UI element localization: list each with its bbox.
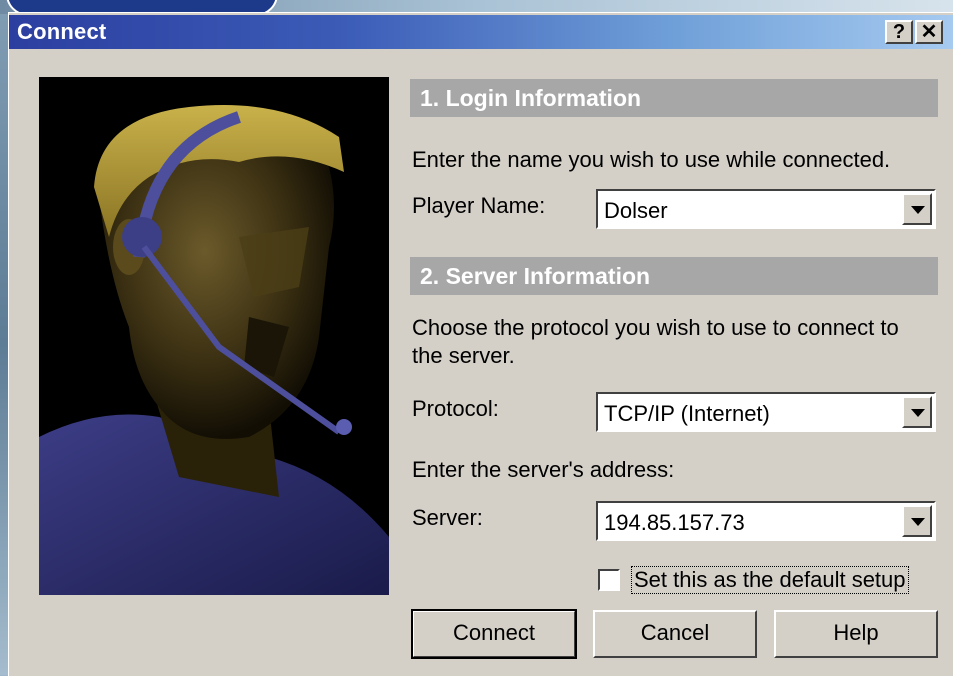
server-address-value: 194.85.157.73 [604,510,745,535]
desktop-edge [0,14,8,675]
connect-button[interactable]: Connect [411,609,577,659]
chevron-down-icon[interactable] [902,396,932,428]
connect-dialog: Connect ? ✕ 1. Login Information Enter t… [8,12,953,676]
address-instruction: Enter the server's address: [412,457,675,482]
server-instruction-line1: Choose the protocol you wish to use to c… [412,315,899,340]
server-instruction-line2: the server. [412,343,515,368]
default-setup-checkbox[interactable] [598,569,620,591]
help-button[interactable]: Help [774,610,938,658]
help-icon-button[interactable]: ? [885,20,913,44]
default-setup-label[interactable]: Set this as the default setup [631,566,909,594]
protocol-value: TCP/IP (Internet) [604,401,770,426]
headset-portrait-image [39,77,389,595]
player-name-value: Dolser [604,198,668,223]
chevron-down-icon[interactable] [902,505,932,537]
protocol-combo[interactable]: TCP/IP (Internet) [596,392,936,432]
cancel-button[interactable]: Cancel [593,610,757,658]
server-label: Server: [412,505,483,530]
server-section-header: 2. Server Information [410,257,938,295]
player-name-label: Player Name: [412,193,546,218]
chevron-down-icon[interactable] [902,193,932,225]
close-icon-button[interactable]: ✕ [915,20,943,44]
login-section-header: 1. Login Information [410,79,938,117]
server-address-combo[interactable]: 194.85.157.73 [596,501,936,541]
player-name-combo[interactable]: Dolser [596,189,936,229]
window-title: Connect [17,19,107,44]
login-instruction: Enter the name you wish to use while con… [412,147,891,172]
title-bar: Connect ? ✕ [9,15,953,49]
protocol-label: Protocol: [412,396,499,421]
